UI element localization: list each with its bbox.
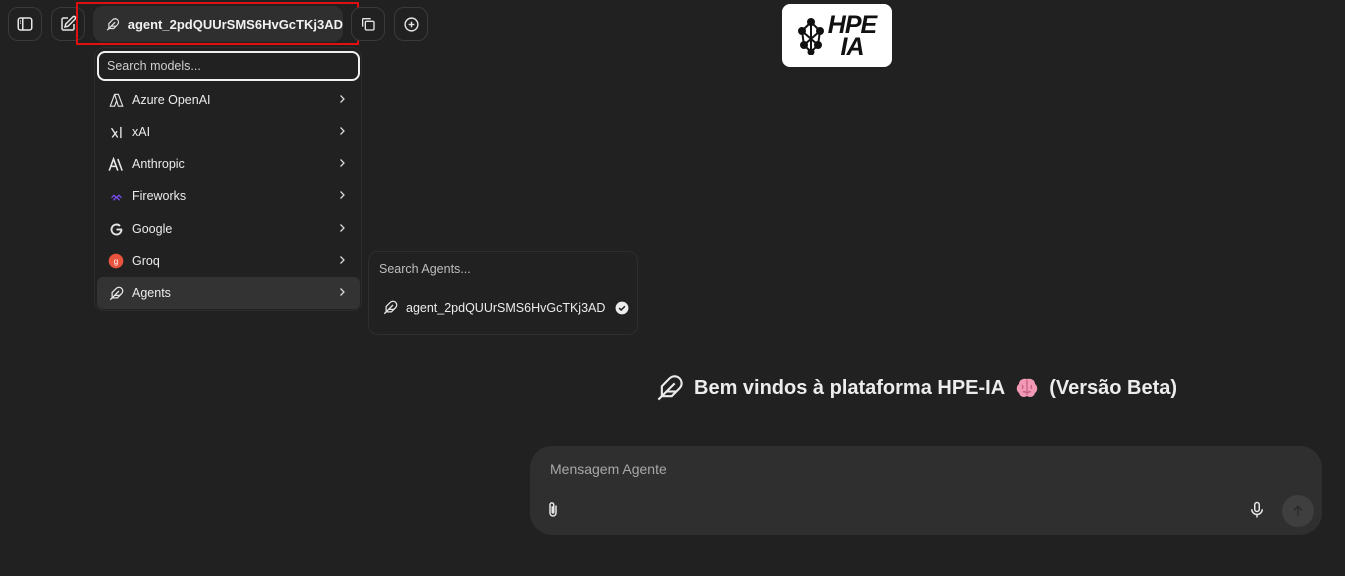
- feather-icon: [108, 285, 124, 301]
- agent-option-label: agent_2pdQUUrSMS6HvGcTKj3AD: [406, 300, 606, 315]
- welcome-message: Bem vindos à plataforma HPE-IA (Versão B…: [656, 374, 1177, 402]
- groq-icon: g: [108, 253, 124, 269]
- chevron-right-icon: [336, 93, 348, 108]
- agents-submenu: Search Agents... agent_2pdQUUrSMS6HvGcTK…: [368, 251, 638, 335]
- new-chat-icon: [61, 15, 77, 31]
- paperclip-icon: [549, 502, 557, 517]
- chevron-right-icon: [336, 286, 348, 301]
- menu-item-azure-openai[interactable]: Azure OpenAI: [97, 84, 360, 116]
- menu-item-label: Google: [132, 222, 173, 236]
- fireworks-icon: [108, 188, 124, 204]
- menu-item-anthropic[interactable]: Anthropic: [97, 148, 360, 180]
- feather-icon: [657, 375, 683, 401]
- menu-item-agents[interactable]: Agents: [97, 277, 360, 309]
- molecule-icon: [797, 17, 824, 55]
- microphone-icon: [1251, 501, 1263, 518]
- menu-item-label: Anthropic: [132, 157, 185, 171]
- message-input[interactable]: [548, 460, 1202, 478]
- chevron-right-icon: [336, 189, 348, 204]
- selection-highlight: [76, 2, 359, 45]
- welcome-text: Bem vindos à plataforma HPE-IA: [694, 376, 1006, 399]
- check-circle-icon: [615, 301, 629, 314]
- arrow-up-icon: [1293, 505, 1303, 516]
- welcome-suffix: (Versão Beta): [1049, 376, 1178, 399]
- chevron-right-icon: [336, 125, 348, 140]
- google-icon: [108, 221, 124, 237]
- feather-icon: [383, 300, 398, 315]
- svg-text:g: g: [114, 257, 118, 266]
- brain-emoji-icon: [1016, 378, 1038, 397]
- hpe-ia-logo: HPE IA: [782, 4, 892, 67]
- chevron-right-icon: [336, 157, 348, 172]
- copy-button[interactable]: [351, 7, 385, 41]
- voice-input-button[interactable]: [1248, 499, 1266, 526]
- menu-item-label: xAI: [132, 125, 151, 139]
- anthropic-icon: [108, 156, 124, 172]
- menu-item-label: Groq: [132, 254, 160, 268]
- agent-option[interactable]: agent_2pdQUUrSMS6HvGcTKj3AD: [383, 300, 629, 315]
- azure-icon: [108, 92, 124, 108]
- menu-item-label: Agents: [132, 286, 171, 300]
- add-button[interactable]: [394, 7, 428, 41]
- menu-item-label: Fireworks: [132, 189, 187, 203]
- menu-item-label: Azure OpenAI: [132, 93, 211, 107]
- attach-button[interactable]: [544, 500, 562, 525]
- sidebar-toggle-icon: [17, 17, 33, 31]
- model-dropdown: Azure OpenAI xAI Anthropic Fireworks Goo…: [94, 47, 362, 311]
- menu-item-xai[interactable]: xAI: [97, 116, 360, 148]
- send-button[interactable]: [1282, 495, 1314, 527]
- plus-circle-icon: [403, 16, 419, 32]
- sidebar-toggle-button[interactable]: [8, 7, 42, 41]
- logo-line-2: IA: [840, 32, 865, 61]
- chevron-right-icon: [336, 254, 348, 269]
- message-composer: [530, 446, 1322, 535]
- menu-item-fireworks[interactable]: Fireworks: [97, 180, 360, 212]
- chevron-right-icon: [336, 222, 348, 237]
- copy-icon: [362, 18, 375, 31]
- xai-icon: [108, 124, 124, 140]
- search-models-input[interactable]: [97, 51, 360, 81]
- menu-item-google[interactable]: Google: [97, 213, 360, 245]
- search-agents-input[interactable]: Search Agents...: [379, 262, 471, 276]
- menu-item-groq[interactable]: g Groq: [97, 245, 360, 277]
